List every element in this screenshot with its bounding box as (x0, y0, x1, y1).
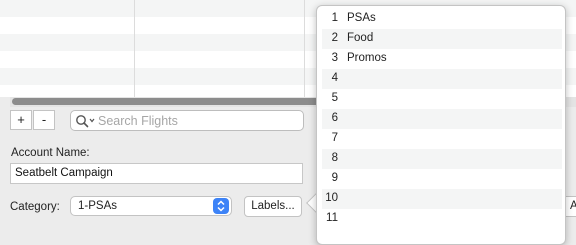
label-number: 3 (331, 52, 338, 64)
labels-popover: 1 PSAs 2 Food 3 Promos 4 5 6 7 8 9 10 11 (316, 5, 566, 245)
label-number: 5 (331, 92, 338, 104)
account-name-label: Account Name: (11, 147, 90, 159)
label-name[interactable]: Food (347, 32, 373, 44)
label-name[interactable]: PSAs (347, 12, 376, 24)
label-row[interactable]: 1 PSAs (322, 9, 562, 29)
label-number: 11 (326, 212, 338, 224)
label-number: 10 (325, 192, 338, 204)
label-number: 1 (331, 12, 338, 24)
search-placeholder: Search Flights (98, 114, 178, 128)
label-row[interactable]: 9 (322, 169, 562, 189)
label-row[interactable]: 8 (322, 149, 562, 169)
label-number: 2 (331, 32, 338, 44)
column-divider[interactable] (304, 0, 305, 97)
label-row[interactable]: 4 (322, 69, 562, 89)
search-field[interactable]: Search Flights (70, 110, 304, 131)
label-row[interactable]: 7 (322, 129, 562, 149)
label-row[interactable]: 3 Promos (322, 49, 562, 69)
column-divider[interactable] (134, 0, 135, 97)
add-flight-button[interactable]: + (10, 110, 32, 130)
label-number: 6 (331, 112, 338, 124)
label-number: 9 (331, 172, 338, 184)
label-row[interactable]: 2 Food (322, 29, 562, 49)
category-select[interactable]: 1-PSAs (70, 196, 232, 216)
label-number: 7 (331, 132, 338, 144)
label-name[interactable]: Promos (347, 52, 387, 64)
category-label: Category: (10, 201, 60, 213)
label-number: 4 (331, 72, 338, 84)
scrollbar-thumb[interactable] (12, 98, 322, 105)
category-selected-value: 1-PSAs (78, 200, 117, 212)
account-name-field[interactable]: Seatbelt Campaign (10, 163, 303, 184)
chevron-updown-icon (213, 198, 229, 214)
remove-flight-button[interactable]: - (33, 110, 55, 130)
label-number: 8 (331, 152, 338, 164)
label-row[interactable]: 5 (322, 89, 562, 109)
labels-button[interactable]: Labels... (244, 196, 302, 217)
label-row[interactable]: 6 (322, 109, 562, 129)
label-row[interactable]: 10 (322, 189, 562, 209)
search-icon[interactable] (75, 114, 97, 128)
label-row[interactable]: 11 (322, 209, 562, 229)
